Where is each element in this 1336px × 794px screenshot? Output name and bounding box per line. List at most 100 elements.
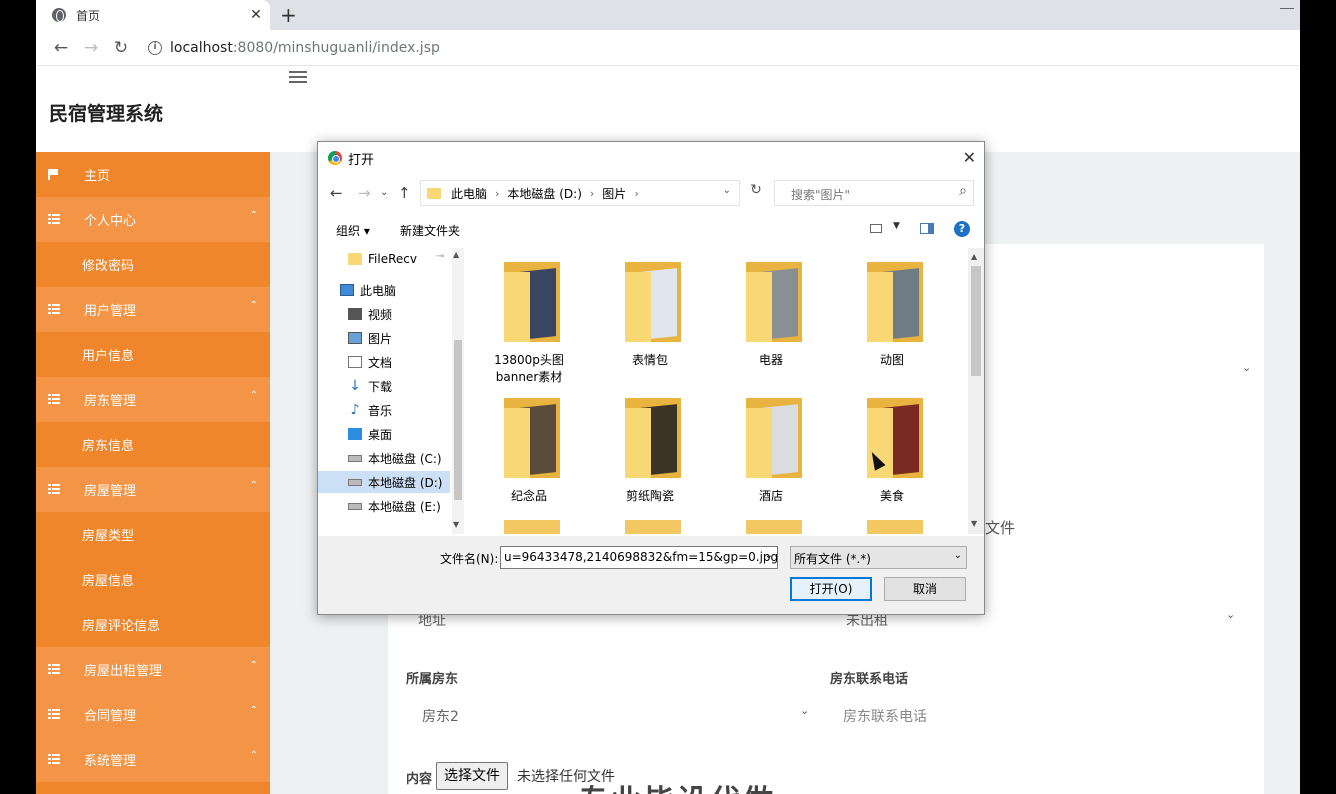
landlord-select[interactable]: 房东2	[422, 706, 459, 726]
back-icon[interactable]: ←	[330, 184, 343, 202]
dialog-close-icon[interactable]: ✕	[963, 148, 976, 167]
status-chevron-icon[interactable]: ⌄	[1226, 608, 1235, 621]
back-arrow-icon[interactable]: ←	[46, 38, 76, 58]
up-arrow-icon[interactable]: ↑	[398, 184, 411, 202]
desk-icon	[348, 428, 362, 440]
tab-close-icon[interactable]: ✕	[246, 7, 266, 23]
globe-icon	[52, 8, 66, 22]
select-chevron-icon[interactable]: ⌄	[1242, 361, 1251, 374]
choose-file-button[interactable]: 选择文件	[436, 762, 508, 790]
sidebar-item[interactable]: 修改密码	[36, 242, 270, 287]
sidebar-item[interactable]: 房东信息	[36, 422, 270, 467]
new-folder-button[interactable]: 新建文件夹	[400, 222, 460, 239]
folder-item[interactable]: 纪念品	[474, 384, 584, 514]
filename-input[interactable]: u=96433478,2140698832&fm=15&gp=0.jpg ⌄	[500, 546, 778, 569]
menu-toggle-icon[interactable]	[289, 71, 307, 83]
tree-item[interactable]: FileRecv ⊸	[318, 248, 450, 270]
tree-scroll-down-icon[interactable]: ▼	[453, 520, 459, 529]
window-minimize-icon[interactable]	[1280, 8, 1294, 9]
sidebar-item[interactable]: 房屋出租管理 ⌃	[36, 647, 270, 692]
folder-item[interactable]: 美食	[837, 384, 947, 514]
recent-chevron-icon[interactable]: ⌄	[380, 187, 388, 198]
url-bar[interactable]: localhost:8080/minshuguanli/index.jsp	[170, 40, 440, 56]
preview-pane-icon[interactable]	[920, 223, 934, 234]
forward-arrow-icon[interactable]: →	[76, 38, 106, 58]
browser-tab[interactable]: 首页 ✕	[36, 0, 270, 30]
folder-icon	[625, 262, 681, 342]
phone-input[interactable]: 房东联系电话	[843, 706, 927, 726]
folder-icon	[746, 262, 802, 342]
folder-item[interactable]: 动图	[837, 248, 947, 378]
cancel-button[interactable]: 取消	[884, 577, 966, 601]
folder-item[interactable]: 电器	[716, 248, 826, 378]
breadcrumb-item[interactable]: 本地磁盘 (D:)	[507, 185, 581, 202]
file-scroll-up-icon[interactable]: ▲	[971, 252, 977, 261]
folder-item[interactable]: 表情包	[595, 248, 705, 378]
tree-item[interactable]: 桌面	[318, 423, 450, 445]
chevron-down-icon[interactable]: ⌄	[765, 550, 773, 561]
new-tab-button[interactable]: +	[280, 3, 297, 27]
open-button[interactable]: 打开(O)	[790, 577, 872, 601]
music-icon: ♪	[350, 402, 360, 418]
view-dropdown-icon[interactable]: ▼	[893, 221, 900, 231]
file-scroll-thumb[interactable]	[971, 266, 981, 376]
refresh-icon[interactable]: ↻	[746, 182, 766, 198]
tree-item[interactable]: ♪ 音乐	[318, 399, 450, 421]
organize-button[interactable]: 组织 ▾	[336, 222, 370, 239]
sidebar-item[interactable]: 房屋评论信息	[36, 602, 270, 647]
folder-icon[interactable]	[746, 520, 802, 534]
reload-icon[interactable]: ↻	[106, 38, 136, 58]
folder-icon	[504, 398, 560, 478]
tree-item-label: 音乐	[368, 403, 393, 418]
chevron-up-icon: ⌃	[249, 390, 258, 401]
tree-item[interactable]: 本地磁盘 (E:)	[318, 495, 450, 517]
sidebar-item[interactable]: 个人中心 ⌃	[36, 197, 270, 242]
screen-border-left	[0, 0, 36, 794]
file-scroll-down-icon[interactable]: ▼	[971, 519, 977, 528]
video-icon	[348, 308, 362, 320]
sidebar-item[interactable]: 房屋管理 ⌃	[36, 467, 270, 512]
tree-item[interactable]: ↓ 下载	[318, 375, 450, 397]
breadcrumb-item[interactable]: 图片	[602, 185, 626, 202]
sidebar-item[interactable]: 用户信息	[36, 332, 270, 377]
tree-item[interactable]: 本地磁盘 (D:)	[318, 471, 450, 493]
breadcrumb-item[interactable]: 此电脑	[451, 185, 487, 202]
filetype-select[interactable]: 所有文件 (*.*) ⌄	[790, 546, 967, 569]
forward-icon[interactable]: →	[358, 184, 371, 202]
sidebar-item[interactable]: 用户管理 ⌃	[36, 287, 270, 332]
site-info-icon[interactable]: i	[148, 40, 162, 55]
dialog-title: 打开	[348, 152, 375, 168]
sidebar-item[interactable]: 合同管理 ⌃	[36, 692, 270, 737]
landlord-chevron-icon[interactable]: ⌄	[800, 704, 809, 717]
tree-item[interactable]: 此电脑	[318, 279, 450, 301]
chrome-icon	[328, 151, 342, 165]
sidebar-item[interactable]: 房屋类型	[36, 512, 270, 557]
sidebar-item[interactable]: 系统管理 ⌃	[36, 737, 270, 782]
tree-item[interactable]: 本地磁盘 (C:)	[318, 447, 450, 469]
folder-name: 表情包	[631, 353, 668, 367]
screen-border-right	[1300, 0, 1336, 794]
tree-item[interactable]: 图片	[318, 327, 450, 349]
tree-scroll-up-icon[interactable]: ▲	[453, 250, 459, 259]
tree-item-label: 下载	[368, 379, 393, 394]
folder-icon[interactable]	[504, 520, 560, 534]
search-input[interactable]: 搜索"图片" ⌕	[774, 180, 974, 206]
folder-item[interactable]: 13800p头图banner素材	[474, 248, 584, 384]
folder-item[interactable]: 酒店	[716, 384, 826, 514]
sidebar-item[interactable]: 主页	[36, 152, 270, 197]
tree-scroll-thumb[interactable]	[454, 340, 462, 500]
sidebar-item[interactable]: 房屋信息	[36, 557, 270, 602]
folder-icon[interactable]	[625, 520, 681, 534]
tree-item[interactable]: 文档	[318, 351, 450, 373]
pin-icon[interactable]: ⊸	[436, 251, 444, 262]
sidebar-item[interactable]: 房东管理 ⌃	[36, 377, 270, 422]
tree-item[interactable]: 视频	[318, 303, 450, 325]
folder-item[interactable]: 剪纸陶瓷	[595, 384, 705, 514]
tree-item-label: 桌面	[368, 427, 393, 442]
view-icon[interactable]	[870, 224, 882, 233]
breadcrumb[interactable]: 此电脑 › 本地磁盘 (D:) › 图片 › ⌄	[420, 180, 740, 206]
chevron-down-icon[interactable]: ⌄	[723, 185, 731, 196]
address-toolbar: ← → ↻ i localhost:8080/minshuguanli/inde…	[36, 30, 1300, 66]
help-icon[interactable]: ?	[954, 221, 970, 237]
folder-icon[interactable]	[867, 520, 923, 534]
